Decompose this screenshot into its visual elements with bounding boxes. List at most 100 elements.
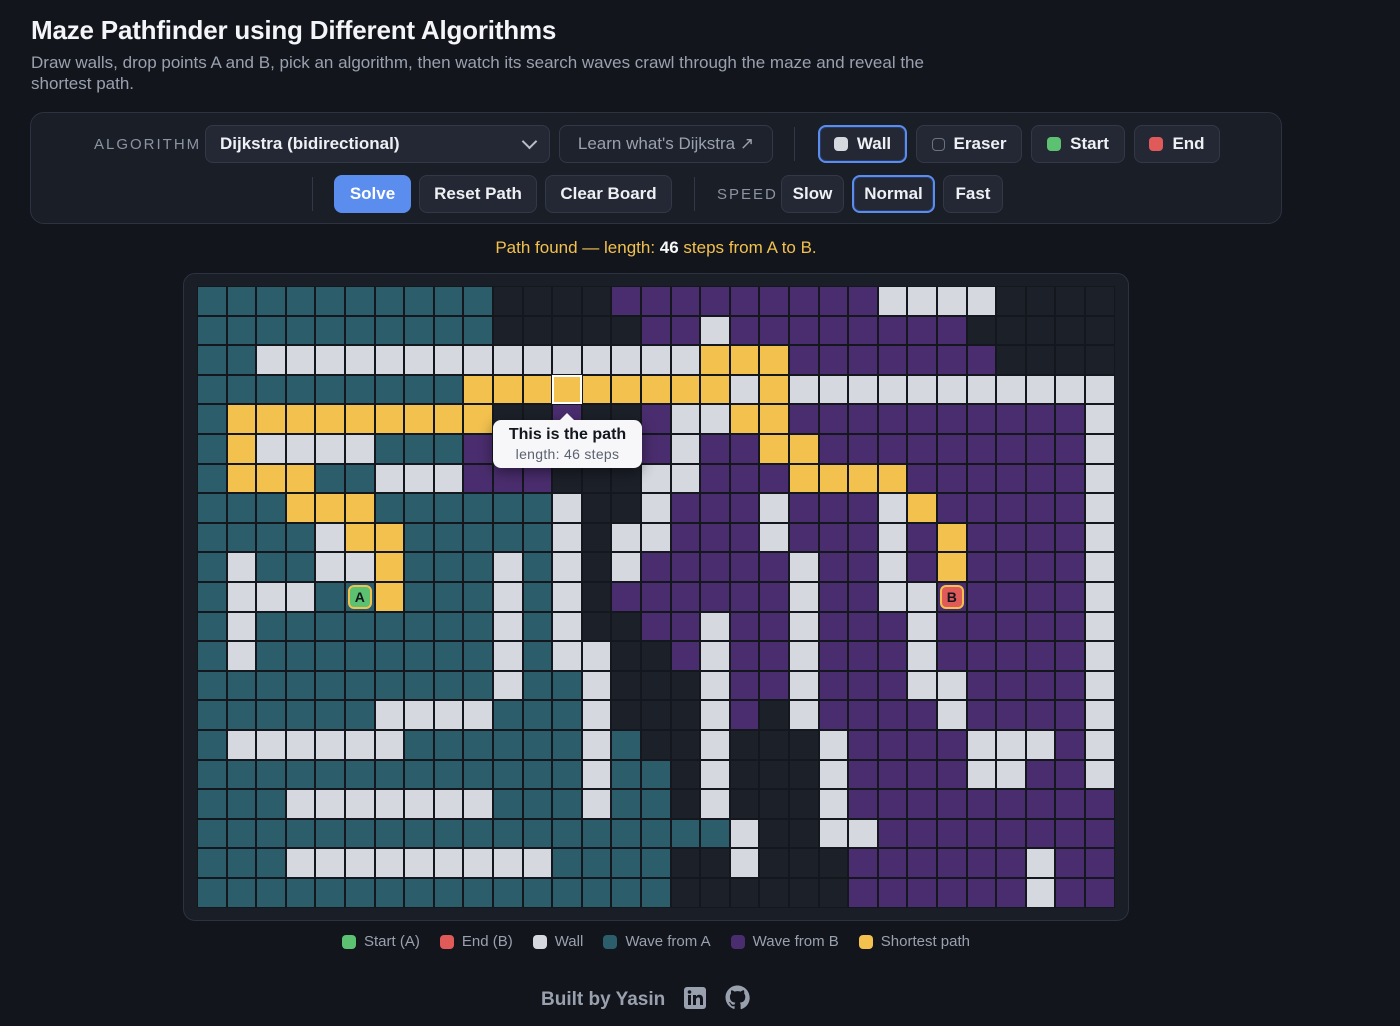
wave-b-cell[interactable] — [670, 641, 701, 671]
wave-a-cell[interactable] — [641, 789, 671, 819]
wave-b-cell[interactable] — [996, 552, 1026, 582]
wave-a-cell[interactable] — [345, 315, 375, 346]
path-cell[interactable] — [374, 582, 405, 612]
wall-cell[interactable] — [966, 730, 997, 760]
wave-a-cell[interactable] — [197, 611, 227, 642]
wave-a-cell[interactable] — [404, 286, 434, 316]
empty-cell[interactable] — [1085, 286, 1115, 316]
wave-a-cell[interactable] — [522, 878, 553, 908]
wave-b-cell[interactable] — [907, 434, 937, 464]
wave-b-cell[interactable] — [877, 345, 908, 375]
wave-a-cell[interactable] — [374, 315, 405, 346]
wave-b-cell[interactable] — [641, 286, 671, 316]
wave-b-cell[interactable] — [907, 463, 937, 494]
wall-cell[interactable] — [789, 700, 819, 730]
wave-b-cell[interactable] — [877, 315, 908, 346]
wave-b-cell[interactable] — [759, 286, 789, 316]
wave-b-cell[interactable] — [996, 789, 1026, 819]
wall-cell[interactable] — [1085, 611, 1115, 642]
path-cell[interactable] — [345, 404, 375, 434]
wall-cell[interactable] — [315, 345, 345, 375]
wave-a-cell[interactable] — [404, 670, 434, 701]
wave-a-cell[interactable] — [463, 286, 493, 316]
wave-b-cell[interactable] — [729, 463, 760, 494]
wave-b-cell[interactable] — [759, 611, 789, 642]
empty-cell[interactable] — [729, 789, 760, 819]
wave-a-cell[interactable] — [552, 670, 582, 701]
wall-cell[interactable] — [818, 730, 849, 760]
wave-a-cell[interactable] — [404, 552, 434, 582]
wave-b-cell[interactable] — [1025, 700, 1056, 730]
wave-a-cell[interactable] — [374, 759, 405, 790]
wave-b-cell[interactable] — [1025, 611, 1056, 642]
path-cell[interactable] — [226, 404, 257, 434]
wave-a-cell[interactable] — [463, 641, 493, 671]
wave-b-cell[interactable] — [641, 552, 671, 582]
wall-cell[interactable] — [404, 848, 434, 878]
wall-cell[interactable] — [285, 345, 316, 375]
wave-a-cell[interactable] — [552, 730, 582, 760]
wave-b-cell[interactable] — [937, 730, 967, 760]
empty-cell[interactable] — [611, 700, 641, 730]
wall-cell[interactable] — [729, 374, 760, 405]
wave-a-cell[interactable] — [315, 611, 345, 642]
path-cell[interactable] — [315, 404, 345, 434]
wave-a-cell[interactable] — [315, 582, 345, 612]
wall-cell[interactable] — [907, 374, 937, 405]
wave-b-cell[interactable] — [641, 404, 671, 434]
wave-a-cell[interactable] — [433, 315, 464, 346]
wave-a-cell[interactable] — [256, 374, 286, 405]
reset-path-button[interactable]: Reset Path — [419, 175, 537, 213]
wall-cell[interactable] — [345, 730, 375, 760]
path-cell[interactable] — [315, 493, 345, 523]
empty-cell[interactable] — [1055, 286, 1085, 316]
wave-a-cell[interactable] — [433, 670, 464, 701]
wave-b-cell[interactable] — [907, 345, 937, 375]
path-cell[interactable] — [256, 463, 286, 494]
wave-a-cell[interactable] — [197, 552, 227, 582]
wall-cell[interactable] — [404, 345, 434, 375]
wave-a-cell[interactable] — [285, 759, 316, 790]
path-cell[interactable] — [581, 374, 612, 405]
wall-cell[interactable] — [493, 345, 523, 375]
path-cell[interactable] — [374, 552, 405, 582]
path-cell[interactable] — [433, 404, 464, 434]
wave-a-cell[interactable] — [552, 848, 582, 878]
wave-b-cell[interactable] — [877, 730, 908, 760]
wave-a-cell[interactable] — [374, 670, 405, 701]
empty-cell[interactable] — [581, 493, 612, 523]
wall-cell[interactable] — [493, 641, 523, 671]
wall-cell[interactable] — [345, 552, 375, 582]
empty-cell[interactable] — [641, 700, 671, 730]
wall-cell[interactable] — [552, 611, 582, 642]
wave-a-cell[interactable] — [463, 818, 493, 849]
wave-b-cell[interactable] — [966, 463, 997, 494]
empty-cell[interactable] — [581, 315, 612, 346]
wall-cell[interactable] — [315, 848, 345, 878]
wall-cell[interactable] — [1085, 700, 1115, 730]
wave-a-cell[interactable] — [611, 730, 641, 760]
wave-b-cell[interactable] — [877, 641, 908, 671]
speed-fast-button[interactable]: Fast — [943, 175, 1003, 213]
wall-cell[interactable] — [700, 789, 730, 819]
wave-b-cell[interactable] — [700, 286, 730, 316]
wave-a-cell[interactable] — [285, 286, 316, 316]
wave-b-cell[interactable] — [966, 434, 997, 464]
wall-cell[interactable] — [581, 759, 612, 790]
wave-b-cell[interactable] — [700, 522, 730, 553]
wall-cell[interactable] — [285, 434, 316, 464]
wave-b-cell[interactable] — [966, 641, 997, 671]
wave-b-cell[interactable] — [759, 670, 789, 701]
wall-cell[interactable] — [818, 374, 849, 405]
wall-cell[interactable] — [789, 582, 819, 612]
wave-a-cell[interactable] — [256, 759, 286, 790]
wall-cell[interactable] — [907, 582, 937, 612]
wave-b-cell[interactable] — [966, 404, 997, 434]
wall-cell[interactable] — [256, 582, 286, 612]
wave-b-cell[interactable] — [996, 611, 1026, 642]
wave-a-cell[interactable] — [522, 493, 553, 523]
wall-cell[interactable] — [463, 700, 493, 730]
wave-a-cell[interactable] — [611, 848, 641, 878]
wave-b-cell[interactable] — [759, 641, 789, 671]
path-cell[interactable] — [729, 404, 760, 434]
